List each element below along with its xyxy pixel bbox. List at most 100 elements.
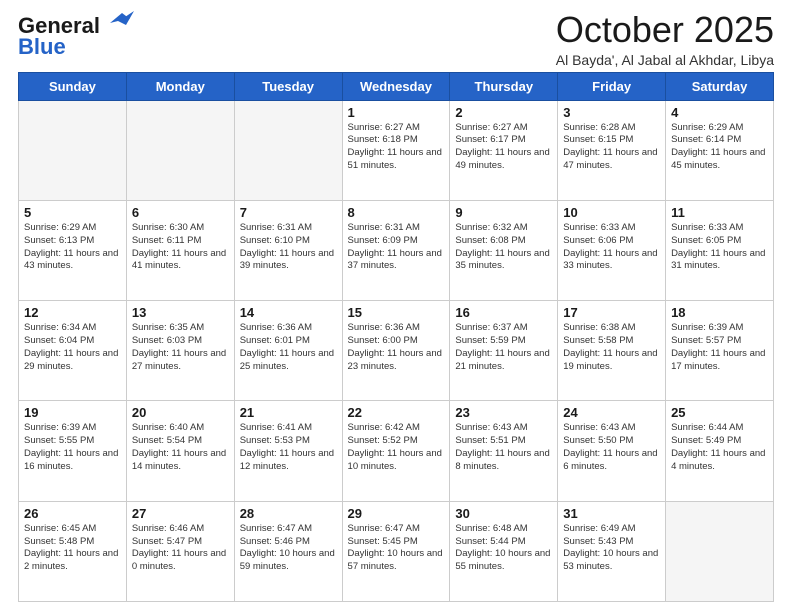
weekday-header-row: SundayMondayTuesdayWednesdayThursdayFrid… — [19, 72, 774, 100]
day-number: 2 — [455, 105, 552, 120]
day-number: 30 — [455, 506, 552, 521]
day-info: Sunrise: 6:37 AM Sunset: 5:59 PM Dayligh… — [455, 322, 552, 373]
calendar-cell: 14 Sunrise: 6:36 AM Sunset: 6:01 PM Dayli… — [234, 301, 342, 401]
day-number: 4 — [671, 105, 768, 120]
day-info: Sunrise: 6:36 AM Sunset: 6:00 PM Dayligh… — [348, 322, 445, 373]
day-info: Sunrise: 6:43 AM Sunset: 5:50 PM Dayligh… — [563, 422, 660, 473]
weekday-header-monday: Monday — [126, 72, 234, 100]
calendar-cell: 24 Sunrise: 6:43 AM Sunset: 5:50 PM Dayli… — [558, 401, 666, 501]
day-info: Sunrise: 6:28 AM Sunset: 6:15 PM Dayligh… — [563, 122, 660, 173]
calendar-cell: 13Sunrise: 6:35 AM Sunset: 6:03 PM Dayli… — [126, 301, 234, 401]
weekday-header-thursday: Thursday — [450, 72, 558, 100]
day-info: Sunrise: 6:36 AM Sunset: 6:01 PM Dayligh… — [240, 322, 337, 373]
day-info: Sunrise: 6:29 AM Sunset: 6:14 PM Dayligh… — [671, 122, 768, 173]
calendar-week-row: 26Sunrise: 6:45 AM Sunset: 5:48 PM Dayli… — [19, 501, 774, 601]
title-block: October 2025 Al Bayda', Al Jabal al Akhd… — [556, 10, 774, 68]
header: General Blue October 2025 Al Bayda', Al … — [18, 10, 774, 68]
day-number: 23 — [455, 405, 552, 420]
day-number: 3 — [563, 105, 660, 120]
day-number: 5 — [24, 205, 121, 220]
day-number: 11 — [671, 205, 768, 220]
calendar-week-row: 12 Sunrise: 6:34 AM Sunset: 6:04 PM Dayli… — [19, 301, 774, 401]
day-number: 26 — [24, 506, 121, 521]
calendar-cell — [666, 501, 774, 601]
day-info: Sunrise: 6:49 AM Sunset: 5:43 PM Dayligh… — [563, 523, 660, 574]
day-number: 1 — [348, 105, 445, 120]
day-info: Sunrise: 6:33 AM Sunset: 6:06 PM Dayligh… — [563, 222, 660, 273]
calendar-cell: 8Sunrise: 6:31 AM Sunset: 6:09 PM Daylig… — [342, 200, 450, 300]
calendar-header: SundayMondayTuesdayWednesdayThursdayFrid… — [19, 72, 774, 100]
calendar-cell: 27 Sunrise: 6:46 AM Sunset: 5:47 PM Dayli… — [126, 501, 234, 601]
month-title: October 2025 — [556, 10, 774, 50]
calendar-cell: 19 Sunrise: 6:39 AM Sunset: 5:55 PM Dayli… — [19, 401, 127, 501]
location-subtitle: Al Bayda', Al Jabal al Akhdar, Libya — [556, 52, 774, 68]
calendar-cell: 11 Sunrise: 6:33 AM Sunset: 6:05 PM Dayli… — [666, 200, 774, 300]
day-number: 14 — [240, 305, 337, 320]
day-number: 6 — [132, 205, 229, 220]
day-info: Sunrise: 6:39 AM Sunset: 5:55 PM Dayligh… — [24, 422, 121, 473]
day-info: Sunrise: 6:47 AM Sunset: 5:46 PM Dayligh… — [240, 523, 337, 574]
day-number: 9 — [455, 205, 552, 220]
calendar-cell: 4 Sunrise: 6:29 AM Sunset: 6:14 PM Daylig… — [666, 100, 774, 200]
day-number: 25 — [671, 405, 768, 420]
day-info: Sunrise: 6:31 AM Sunset: 6:10 PM Dayligh… — [240, 222, 337, 273]
day-number: 20 — [132, 405, 229, 420]
calendar-cell: 10 Sunrise: 6:33 AM Sunset: 6:06 PM Dayli… — [558, 200, 666, 300]
page: General Blue October 2025 Al Bayda', Al … — [0, 0, 792, 612]
day-number: 21 — [240, 405, 337, 420]
logo-text: General Blue — [18, 14, 134, 58]
day-info: Sunrise: 6:39 AM Sunset: 5:57 PM Dayligh… — [671, 322, 768, 373]
calendar-table: SundayMondayTuesdayWednesdayThursdayFrid… — [18, 72, 774, 602]
day-number: 19 — [24, 405, 121, 420]
day-number: 18 — [671, 305, 768, 320]
calendar-cell: 6 Sunrise: 6:30 AM Sunset: 6:11 PM Daylig… — [126, 200, 234, 300]
day-number: 28 — [240, 506, 337, 521]
day-info: Sunrise: 6:41 AM Sunset: 5:53 PM Dayligh… — [240, 422, 337, 473]
weekday-header-tuesday: Tuesday — [234, 72, 342, 100]
calendar-cell: 22Sunrise: 6:42 AM Sunset: 5:52 PM Dayli… — [342, 401, 450, 501]
day-info: Sunrise: 6:27 AM Sunset: 6:18 PM Dayligh… — [348, 122, 445, 173]
day-number: 15 — [348, 305, 445, 320]
logo-bird-icon — [102, 9, 134, 37]
calendar-cell: 17 Sunrise: 6:38 AM Sunset: 5:58 PM Dayli… — [558, 301, 666, 401]
day-number: 17 — [563, 305, 660, 320]
day-info: Sunrise: 6:32 AM Sunset: 6:08 PM Dayligh… — [455, 222, 552, 273]
day-info: Sunrise: 6:33 AM Sunset: 6:05 PM Dayligh… — [671, 222, 768, 273]
day-info: Sunrise: 6:34 AM Sunset: 6:04 PM Dayligh… — [24, 322, 121, 373]
weekday-header-saturday: Saturday — [666, 72, 774, 100]
calendar-week-row: 5 Sunrise: 6:29 AM Sunset: 6:13 PM Daylig… — [19, 200, 774, 300]
day-info: Sunrise: 6:30 AM Sunset: 6:11 PM Dayligh… — [132, 222, 229, 273]
day-number: 12 — [24, 305, 121, 320]
calendar-cell: 16Sunrise: 6:37 AM Sunset: 5:59 PM Dayli… — [450, 301, 558, 401]
day-number: 24 — [563, 405, 660, 420]
day-info: Sunrise: 6:31 AM Sunset: 6:09 PM Dayligh… — [348, 222, 445, 273]
weekday-header-sunday: Sunday — [19, 72, 127, 100]
day-number: 27 — [132, 506, 229, 521]
day-number: 22 — [348, 405, 445, 420]
calendar-cell: 20 Sunrise: 6:40 AM Sunset: 5:54 PM Dayli… — [126, 401, 234, 501]
day-info: Sunrise: 6:43 AM Sunset: 5:51 PM Dayligh… — [455, 422, 552, 473]
day-number: 7 — [240, 205, 337, 220]
calendar-cell: 15 Sunrise: 6:36 AM Sunset: 6:00 PM Dayli… — [342, 301, 450, 401]
calendar-cell: 5 Sunrise: 6:29 AM Sunset: 6:13 PM Daylig… — [19, 200, 127, 300]
calendar-cell — [126, 100, 234, 200]
day-number: 10 — [563, 205, 660, 220]
calendar-cell: 18 Sunrise: 6:39 AM Sunset: 5:57 PM Dayli… — [666, 301, 774, 401]
day-info: Sunrise: 6:29 AM Sunset: 6:13 PM Dayligh… — [24, 222, 121, 273]
day-info: Sunrise: 6:48 AM Sunset: 5:44 PM Dayligh… — [455, 523, 552, 574]
day-info: Sunrise: 6:40 AM Sunset: 5:54 PM Dayligh… — [132, 422, 229, 473]
calendar-cell — [234, 100, 342, 200]
weekday-header-friday: Friday — [558, 72, 666, 100]
calendar-body: 1 Sunrise: 6:27 AM Sunset: 6:18 PM Daylig… — [19, 100, 774, 601]
calendar-week-row: 19 Sunrise: 6:39 AM Sunset: 5:55 PM Dayli… — [19, 401, 774, 501]
logo: General Blue — [18, 14, 134, 58]
day-info: Sunrise: 6:27 AM Sunset: 6:17 PM Dayligh… — [455, 122, 552, 173]
calendar-cell — [19, 100, 127, 200]
calendar-cell: 1 Sunrise: 6:27 AM Sunset: 6:18 PM Daylig… — [342, 100, 450, 200]
logo-blue: Blue — [18, 36, 134, 58]
weekday-header-wednesday: Wednesday — [342, 72, 450, 100]
day-info: Sunrise: 6:46 AM Sunset: 5:47 PM Dayligh… — [132, 523, 229, 574]
day-info: Sunrise: 6:38 AM Sunset: 5:58 PM Dayligh… — [563, 322, 660, 373]
calendar-cell: 26Sunrise: 6:45 AM Sunset: 5:48 PM Dayli… — [19, 501, 127, 601]
calendar-cell: 12 Sunrise: 6:34 AM Sunset: 6:04 PM Dayli… — [19, 301, 127, 401]
